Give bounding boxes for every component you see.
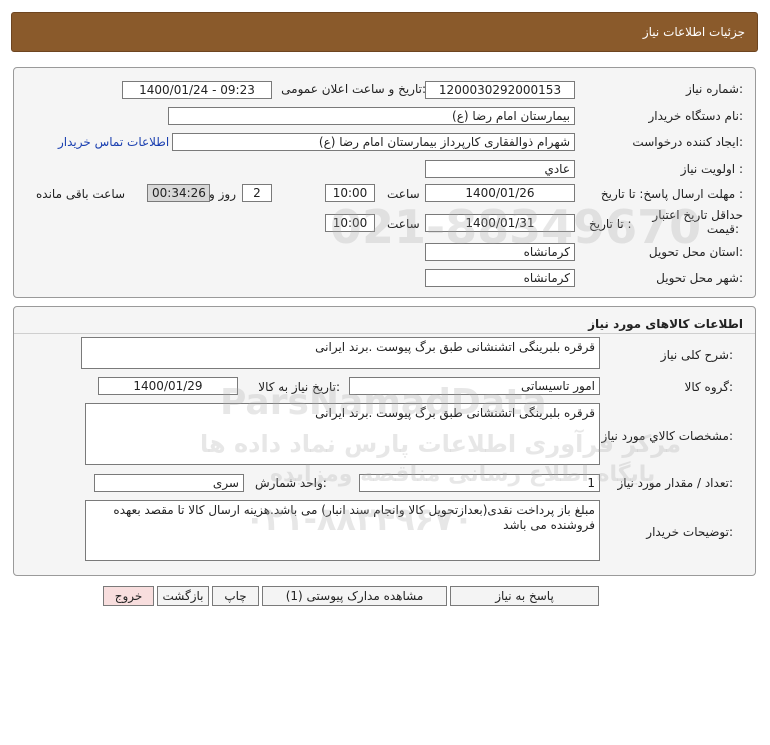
specs-label: مشخصات کالاي مورد نیاز: (601, 429, 733, 443)
priority-label: اولویت نیاز : (680, 162, 743, 176)
goods-section-title: اطلاعات کالاهای مورد نیاز (588, 317, 743, 331)
need-date-label: تاریخ نیاز به کالا: (258, 380, 340, 394)
goods-panel: اطلاعات کالاهای مورد نیاز شرح کلی نیاز: … (13, 306, 756, 576)
deadline-date-field: 1400/01/26 (425, 184, 575, 202)
buyer-org-field: بیمارستان امام رضا (ع) (168, 107, 575, 125)
need-date-field: 1400/01/29 (98, 377, 238, 395)
validity-date-field: 1400/01/31 (425, 214, 575, 232)
days-remaining-field: 2 (242, 184, 272, 202)
specs-field: قرقره بلبرینگی اتشنشانی طبق برگ پیوست .ب… (85, 403, 600, 465)
validity-label-line1: حداقل تاریخ اعتبار (652, 208, 743, 222)
exit-button[interactable]: خروج (103, 586, 154, 606)
validity-to-label: تا تاریخ : (589, 217, 632, 231)
validity-label-line2: قیمت: (706, 222, 739, 236)
deadline-time-label: ساعت (387, 187, 420, 201)
city-label: شهر محل تحویل: (656, 271, 743, 285)
unit-field: سری (94, 474, 244, 492)
creator-field: شهرام ذوالفقاری کارپرداز بیمارستان امام … (172, 133, 575, 151)
need-number-label: شماره نیاز: (685, 82, 743, 96)
unit-label: واحد شمارش: (255, 476, 327, 490)
validity-time-label: ساعت (387, 217, 420, 231)
goods-group-field: امور تاسیساتی (349, 377, 600, 395)
need-number-field: 1200030292000153 (425, 81, 575, 99)
page-header: جزئیات اطلاعات نیاز (11, 12, 758, 52)
goods-group-label: گروه کالا: (684, 380, 734, 394)
validity-time-field: 10:00 (325, 214, 375, 232)
buyer-org-label: نام دستگاه خریدار: (648, 109, 744, 123)
general-desc-field: قرقره بلبرینگی اتشنشانی طبق برگ پیوست .ب… (81, 337, 600, 369)
quantity-label: تعداد / مقدار مورد نیاز: (617, 476, 733, 490)
days-label: روز و (209, 187, 236, 201)
need-info-panel: شماره نیاز: 1200030292000153 تاریخ و ساع… (13, 67, 756, 298)
view-attachments-button[interactable]: مشاهده مدارک پیوستی (1) (262, 586, 447, 606)
section-divider (14, 333, 755, 334)
back-button[interactable]: بازگشت (157, 586, 209, 606)
deadline-label: مهلت ارسال پاسخ: تا تاریخ : (600, 187, 743, 201)
quantity-field: 1 (359, 474, 600, 492)
general-desc-label: شرح کلی نیاز: (660, 348, 733, 362)
buyer-contact-link[interactable]: اطلاعات تماس خریدار (58, 135, 169, 149)
province-field: کرمانشاه (425, 243, 575, 261)
deadline-time-field: 10:00 (325, 184, 375, 202)
remaining-label: ساعت باقی مانده (36, 187, 126, 201)
announce-datetime-field: 1400/01/24 - 09:23 (122, 81, 272, 99)
creator-label: ایجاد کننده درخواست: (632, 135, 743, 149)
priority-field: عادي (425, 160, 575, 178)
time-remaining-field: 00:34:26 (147, 184, 210, 202)
province-label: استان محل تحویل: (648, 245, 743, 259)
city-field: کرمانشاه (425, 269, 575, 287)
buyer-notes-field: مبلغ باز پرداخت نقدی(بعدازتحویل کالا وان… (85, 500, 600, 561)
page-title: جزئیات اطلاعات نیاز (642, 25, 745, 39)
reply-button[interactable]: پاسخ به نیاز (450, 586, 599, 606)
announce-datetime-label: تاریخ و ساعت اعلان عمومی: (281, 82, 426, 96)
print-button[interactable]: چاپ (212, 586, 259, 606)
buyer-notes-label: توضیحات خریدار: (646, 525, 733, 539)
